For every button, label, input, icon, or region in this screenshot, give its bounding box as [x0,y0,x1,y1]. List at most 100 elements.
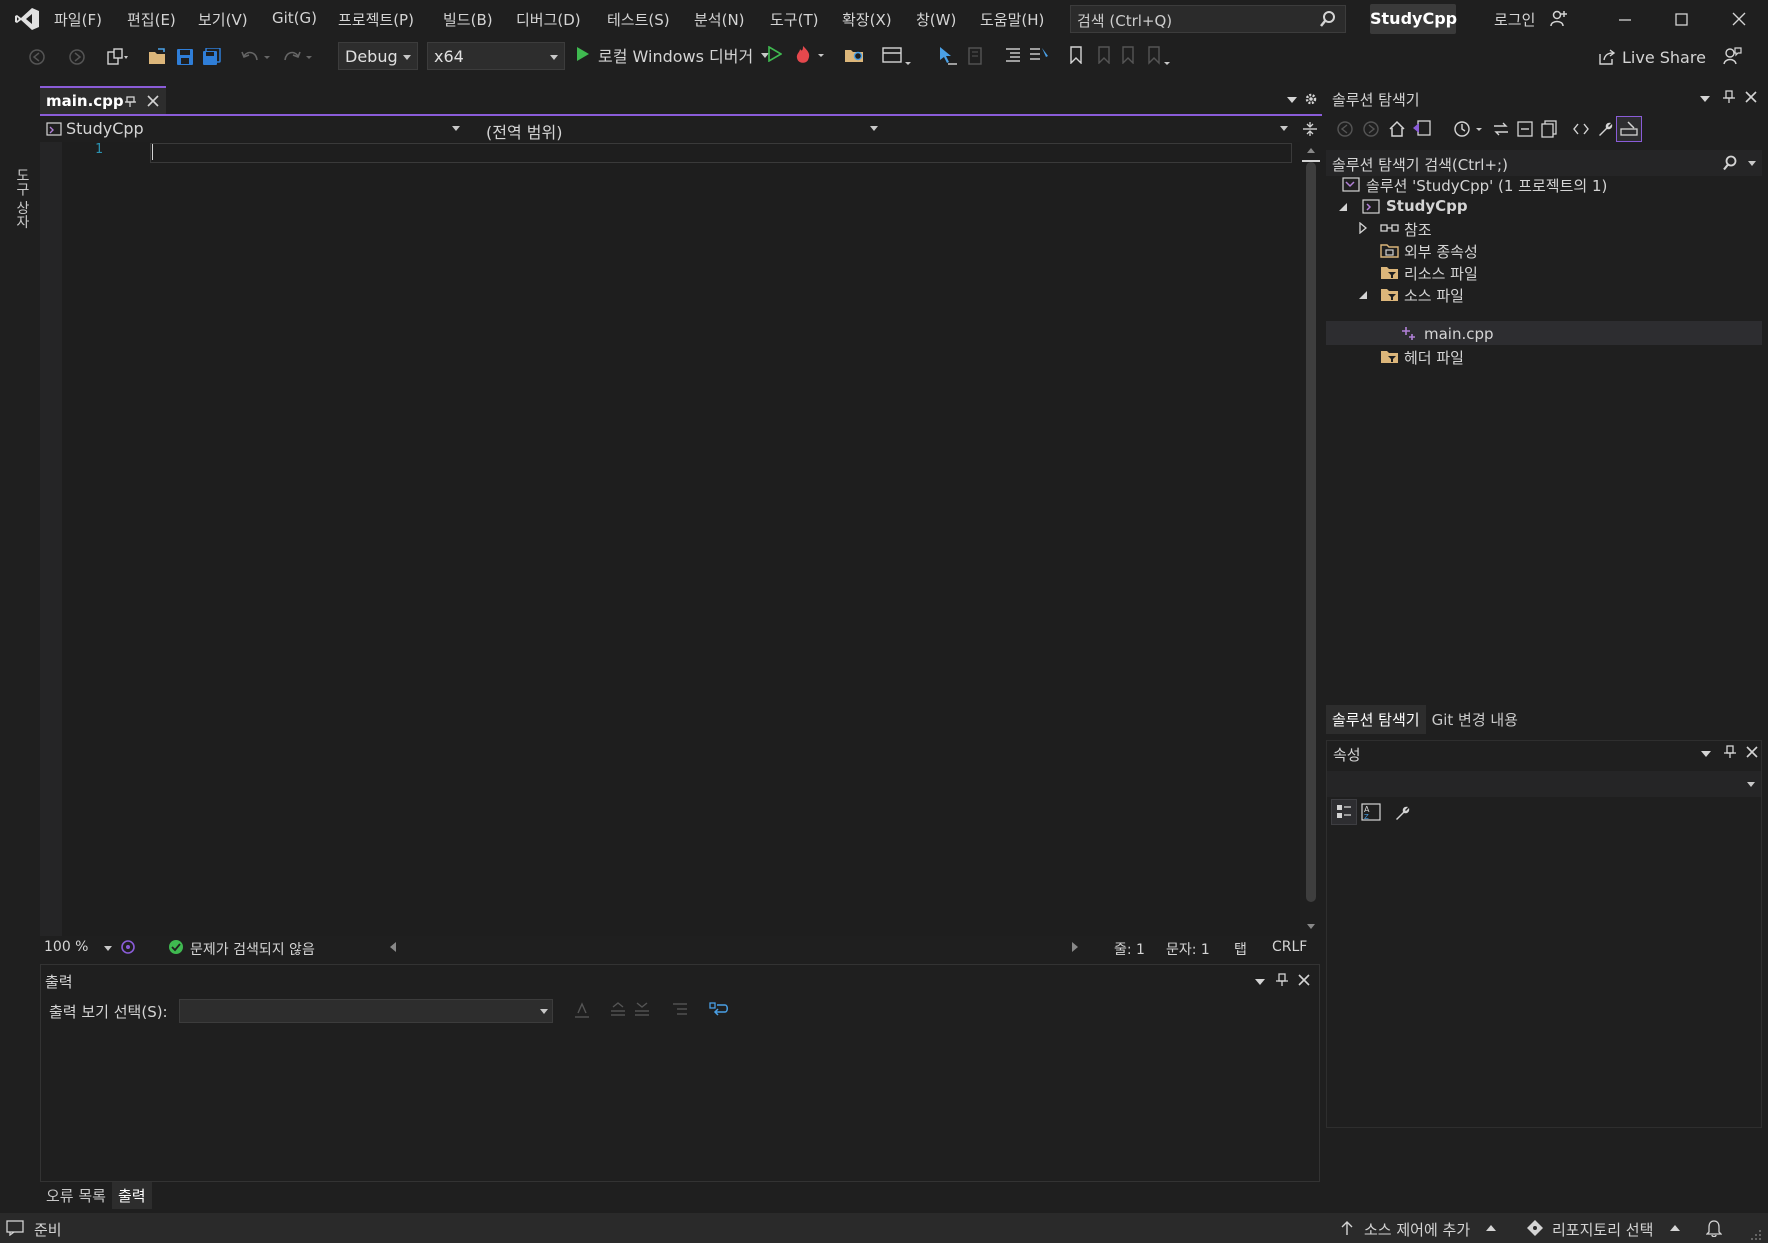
collapse-all-icon[interactable] [1516,120,1534,138]
new-project-icon[interactable] [106,48,128,66]
clear-all-icon[interactable] [671,1001,689,1019]
se-back-icon[interactable] [1336,120,1354,138]
zoom-level[interactable]: 100 % [44,939,88,955]
live-share-button[interactable]: Live Share [1622,48,1706,67]
clear-bookmarks-icon[interactable] [1146,46,1174,68]
switch-views-icon[interactable] [1412,120,1432,138]
select-element-icon[interactable] [938,46,958,66]
tab-git-changes[interactable]: Git 변경 내용 [1426,705,1524,734]
pending-changes-filter-icon[interactable] [1454,120,1484,138]
scroll-down-icon[interactable] [1307,924,1315,930]
expanded-chevron-icon[interactable] [1358,290,1368,300]
hscroll-left-icon[interactable] [390,942,396,952]
pane-menu-icon[interactable] [1701,751,1711,758]
login-button[interactable]: 로그인 [1494,9,1535,30]
properties-wrench-icon[interactable] [1596,120,1614,138]
redo-icon[interactable] [282,48,312,66]
next-bookmark-icon[interactable] [1120,46,1138,64]
project-scope-dropdown[interactable]: StudyCpp [44,116,464,142]
pin-pane-icon[interactable] [1722,90,1736,104]
property-pages-wrench-icon[interactable] [1393,803,1411,821]
browse-folder-icon[interactable] [844,46,866,64]
navigate-back-icon[interactable] [28,48,46,66]
pin-panel-icon[interactable] [1275,973,1289,987]
undo-icon[interactable] [240,48,270,66]
zoom-dropdown-icon[interactable] [104,946,112,952]
layout-toolbar-icon[interactable] [882,46,912,68]
previous-bookmark-icon[interactable] [1094,46,1112,64]
start-debugging-button[interactable]: 로컬 Windows 디버거 [598,44,770,66]
resize-grip-icon[interactable] [1748,1227,1762,1241]
select-repository-button[interactable]: 리포지토리 선택 [1552,1219,1653,1240]
document-outline-icon[interactable] [966,46,984,66]
comment-lines-icon[interactable] [1028,46,1050,64]
toolbox-tab[interactable]: 도구 상자 [12,168,32,228]
previous-message-icon[interactable] [609,1001,627,1019]
save-icon[interactable] [176,48,194,66]
tab-main-cpp[interactable]: main.cpp [40,86,166,114]
menu-edit[interactable]: 편집(E) [127,9,176,30]
scroll-up-icon[interactable] [1307,148,1315,154]
solution-name-badge[interactable]: StudyCpp [1370,4,1457,34]
outdent-icon[interactable] [1004,46,1022,64]
menu-tools[interactable]: 도구(T) [770,9,818,30]
panel-menu-icon[interactable] [1255,979,1265,986]
save-all-icon[interactable] [202,48,222,66]
home-icon[interactable] [1388,120,1406,138]
properties-object-dropdown[interactable] [1327,771,1761,797]
tab-output[interactable]: 출력 [111,1181,152,1209]
notifications-bell-icon[interactable] [1706,1219,1722,1237]
close-pane-icon[interactable] [1744,90,1758,104]
menu-analyze[interactable]: 분석(N) [694,9,745,30]
start-without-debugging-icon[interactable] [768,46,782,62]
intellicode-icon[interactable] [120,939,136,955]
tab-error-list[interactable]: 오류 목록 [40,1182,112,1209]
menu-project[interactable]: 프로젝트(P) [338,9,414,30]
pin-pane-icon[interactable] [1723,745,1737,759]
hscroll-right-icon[interactable] [1072,942,1078,952]
minimize-icon[interactable] [1616,10,1634,28]
navigate-forward-icon[interactable] [68,48,86,66]
menu-window[interactable]: 창(W) [916,9,956,30]
tab-solution-explorer[interactable]: 솔루션 탐색기 [1326,704,1426,734]
line-indicator[interactable]: 줄: 1 [1114,939,1145,959]
editor-vertical-scrollbar[interactable] [1300,142,1322,936]
find-message-icon[interactable] [573,1001,591,1019]
split-editor-icon[interactable] [1302,121,1318,137]
account-settings-icon[interactable] [1550,9,1568,27]
live-share-icon[interactable] [1598,48,1616,66]
menu-test[interactable]: 테스트(S) [607,9,670,30]
close-pane-icon[interactable] [1745,745,1759,759]
platform-dropdown[interactable]: x64 [427,42,565,70]
show-all-files-icon[interactable] [1540,120,1558,138]
menu-view[interactable]: 보기(V) [198,9,248,30]
configuration-dropdown[interactable]: Debug [338,42,418,70]
scrollbar-thumb[interactable] [1306,162,1316,902]
editor-horizontal-scrollbar[interactable] [404,941,1088,953]
indent-mode[interactable]: 탭 [1234,939,1247,959]
menu-extensions[interactable]: 확장(X) [842,9,892,30]
menu-debug[interactable]: 디버그(D) [516,9,581,30]
solution-explorer-search[interactable]: 솔루션 탐색기 검색(Ctrl+;) [1326,150,1762,176]
hot-reload-icon[interactable] [794,44,828,66]
editor-settings-gear-icon[interactable] [1304,92,1318,106]
column-indicator[interactable]: 문자: 1 [1166,939,1210,959]
member-dropdown[interactable] [892,116,1292,142]
menu-help[interactable]: 도움말(H) [980,9,1044,30]
menu-file[interactable]: 파일(F) [54,9,102,30]
open-file-icon[interactable] [148,48,168,66]
feedback-icon[interactable] [1722,46,1742,66]
add-to-source-control-button[interactable]: 소스 제어에 추가 [1364,1219,1470,1240]
bookmark-icon[interactable] [1068,46,1084,64]
sync-with-active-document-icon[interactable] [1492,120,1510,138]
alphabetical-icon[interactable]: AZ [1361,803,1381,821]
word-wrap-icon[interactable] [709,1001,729,1019]
maximize-icon[interactable] [1673,10,1691,28]
global-scope-dropdown[interactable]: (전역 범위) [472,116,882,142]
collapsed-chevron-icon[interactable] [1358,222,1368,234]
se-forward-icon[interactable] [1362,120,1380,138]
view-code-icon[interactable] [1572,120,1590,138]
categorized-view-button[interactable] [1331,799,1357,825]
line-ending-mode[interactable]: CRLF [1272,939,1307,955]
pin-tab-icon[interactable] [124,94,138,108]
